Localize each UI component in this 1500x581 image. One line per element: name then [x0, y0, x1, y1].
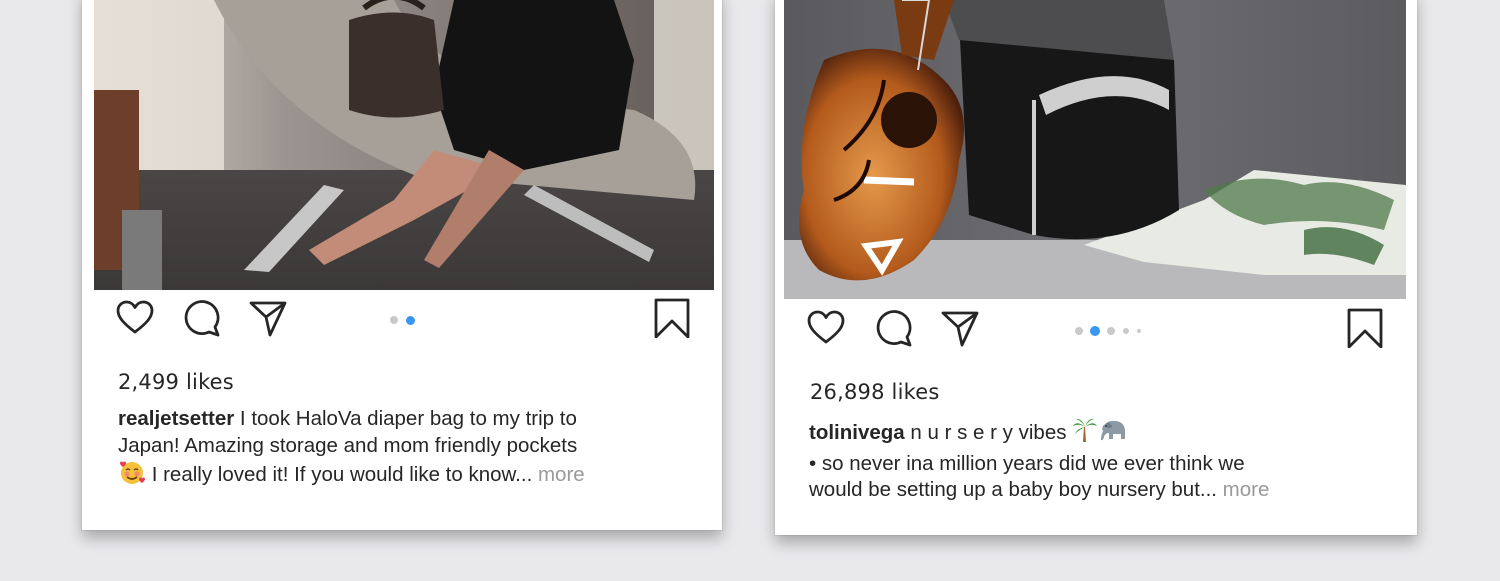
- share-icon[interactable]: [248, 298, 288, 338]
- post-actions: [775, 308, 1417, 352]
- caption-text: n u r s e r y vibes: [904, 421, 1067, 445]
- username-link[interactable]: tolinivega: [809, 421, 905, 444]
- username-link[interactable]: realjetsetter: [118, 407, 234, 430]
- bookmark-icon[interactable]: [652, 298, 692, 339]
- post-photo[interactable]: [94, 0, 714, 290]
- heart-icon[interactable]: [806, 308, 846, 348]
- comment-icon[interactable]: [182, 298, 222, 338]
- heart-icon[interactable]: [115, 298, 155, 338]
- more-link[interactable]: more: [1217, 478, 1270, 501]
- carousel-dot-active: [406, 316, 415, 325]
- post-caption: realjetsetter I took HaloVa diaper bag t…: [118, 406, 698, 493]
- share-icon[interactable]: [940, 308, 980, 348]
- post-actions: [82, 298, 722, 342]
- palm-tree-icon: [1072, 417, 1098, 451]
- post-photo[interactable]: [784, 0, 1406, 299]
- carousel-dot: [1137, 329, 1141, 333]
- elephant-icon: [1098, 417, 1128, 451]
- caption-text: would be setting up a baby boy nursery b…: [809, 478, 1217, 501]
- caption-text: I really loved it! If you would like to …: [146, 463, 533, 487]
- comment-icon[interactable]: [874, 308, 914, 348]
- caption-text: I took HaloVa diaper bag to my trip to: [234, 407, 577, 430]
- caption-text: Japan! Amazing storage and mom friendly …: [118, 433, 578, 457]
- carousel-dot: [1107, 327, 1115, 335]
- bookmark-icon[interactable]: [1345, 308, 1385, 349]
- likes-count[interactable]: 26,898 likes: [810, 380, 940, 404]
- caption-text: • so never ina million years did we ever…: [809, 451, 1245, 475]
- carousel-indicator: [1075, 326, 1155, 336]
- carousel-dot: [390, 316, 398, 324]
- more-link[interactable]: more: [532, 463, 585, 486]
- smiling-face-with-hearts-icon: [118, 459, 146, 493]
- likes-count[interactable]: 2,499 likes: [118, 370, 234, 394]
- carousel-indicator: [390, 316, 420, 326]
- carousel-dot: [1075, 327, 1083, 335]
- post-caption: tolinivega n u r s e r y vibes • so neve…: [809, 417, 1399, 504]
- instagram-post-card: 26,898 likes tolinivega n u r s e r y vi…: [775, 0, 1417, 535]
- carousel-dot-active: [1090, 326, 1100, 336]
- carousel-dot: [1123, 328, 1129, 334]
- instagram-post-card: 2,499 likes realjetsetter I took HaloVa …: [82, 0, 722, 530]
